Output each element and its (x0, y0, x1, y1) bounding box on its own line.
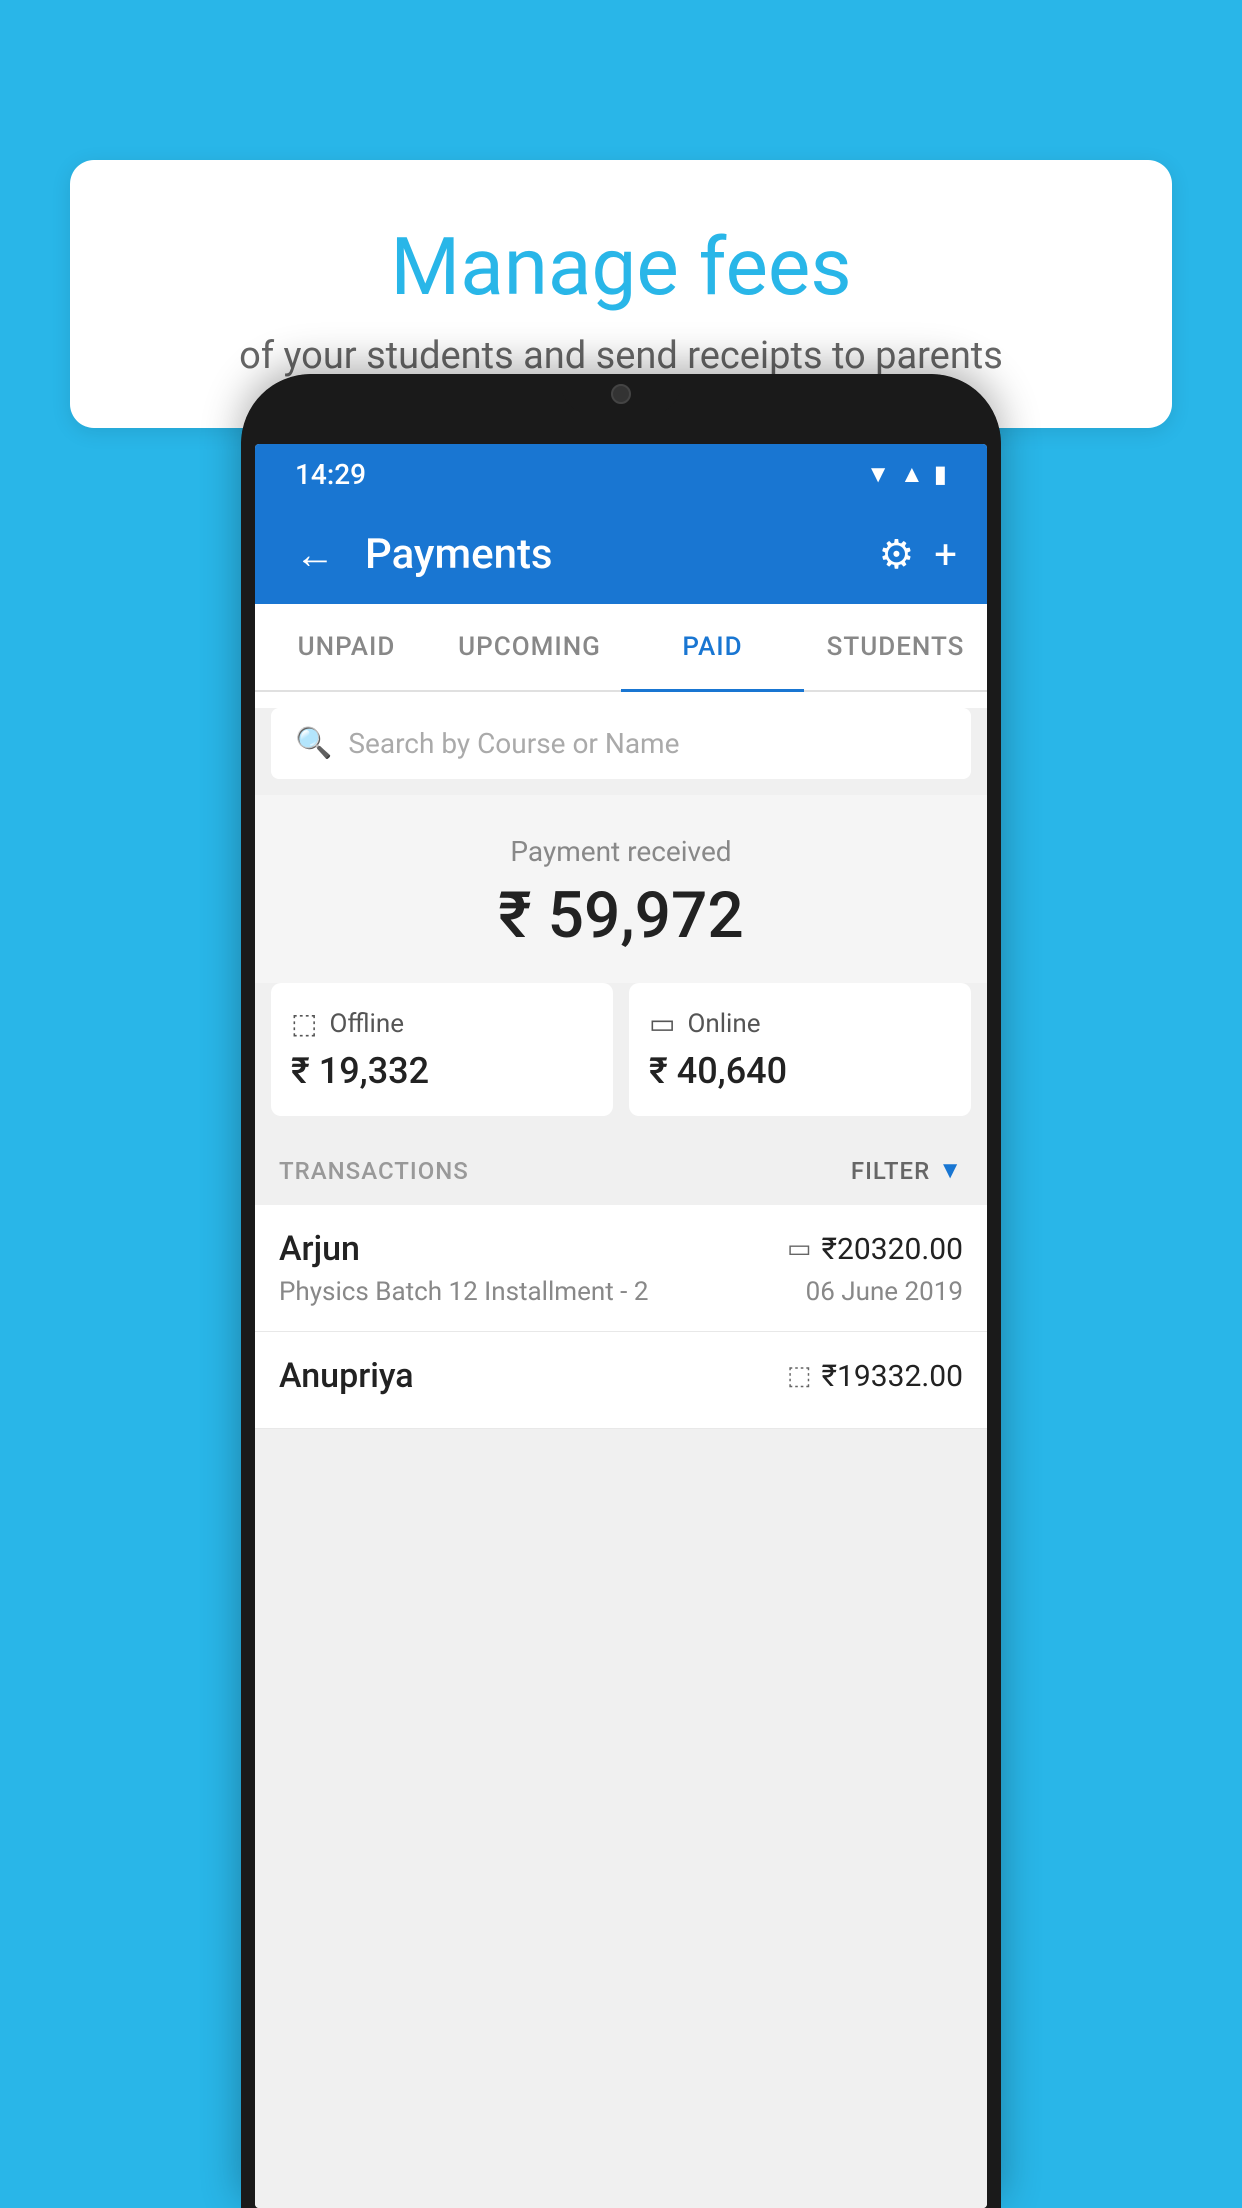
offline-icon: ⬚ (291, 1007, 317, 1040)
payment-received-amount: ₹ 59,972 (275, 878, 967, 953)
offline-card-amount: ₹ 19,332 (291, 1050, 593, 1092)
transaction-date-1: 06 June 2019 (806, 1277, 963, 1307)
battery-icon: ▮ (934, 460, 947, 488)
online-card: ▭ Online ₹ 40,640 (629, 983, 971, 1116)
phone-top-bar (241, 374, 1001, 444)
transaction-amount-2: ⬚ ₹19332.00 (787, 1359, 963, 1394)
transaction-amount-value-2: ₹19332.00 (822, 1359, 963, 1394)
offline-card: ⬚ Offline ₹ 19,332 (271, 983, 613, 1116)
payment-received-section: Payment received ₹ 59,972 (255, 795, 987, 983)
tab-paid[interactable]: PAID (621, 604, 804, 690)
main-content: 🔍 Search by Course or Name Payment recei… (255, 708, 987, 2208)
wifi-icon: ▼ (866, 460, 890, 489)
top-actions: ⚙ + (878, 531, 957, 578)
bubble-title: Manage fees (130, 220, 1112, 314)
app-bar-title: Payments (365, 530, 858, 579)
transaction-row[interactable]: Arjun ▭ ₹20320.00 Physics Batch 12 Insta… (255, 1205, 987, 1332)
transactions-label: TRANSACTIONS (279, 1157, 469, 1185)
tab-students[interactable]: STUDENTS (804, 604, 987, 690)
notch-camera (611, 384, 631, 404)
transaction-bottom-1: Physics Batch 12 Installment - 2 06 June… (279, 1277, 963, 1307)
status-icons: ▼ ▲ ▮ (866, 460, 947, 489)
offline-card-label: Offline (329, 1009, 404, 1039)
transaction-course-1: Physics Batch 12 Installment - 2 (279, 1277, 648, 1307)
card-payment-icon-1: ▭ (787, 1234, 812, 1264)
offline-card-header: ⬚ Offline (291, 1007, 593, 1040)
tabs-bar: UNPAID UPCOMING PAID STUDENTS (255, 604, 987, 692)
tab-upcoming[interactable]: UPCOMING (438, 604, 621, 690)
bubble-subtitle: of your students and send receipts to pa… (130, 334, 1112, 378)
back-button[interactable]: ← (285, 521, 345, 588)
transaction-amount-value-1: ₹20320.00 (822, 1232, 963, 1267)
filter-icon: ▼ (938, 1156, 963, 1185)
search-bar[interactable]: 🔍 Search by Course or Name (271, 708, 971, 779)
transaction-top-1: Arjun ▭ ₹20320.00 (279, 1229, 963, 1269)
phone-container: 14:29 ▼ ▲ ▮ ← Payments ⚙ + UNPAID UPCO (241, 374, 1001, 2208)
app-bar: ← Payments ⚙ + (255, 504, 987, 604)
add-icon[interactable]: + (934, 531, 957, 578)
online-card-amount: ₹ 40,640 (649, 1050, 951, 1092)
offline-payment-icon-2: ⬚ (787, 1361, 812, 1391)
phone-notch (561, 374, 681, 414)
filter-label: FILTER (851, 1157, 930, 1185)
status-time: 14:29 (295, 458, 366, 491)
status-bar: 14:29 ▼ ▲ ▮ (255, 444, 987, 504)
filter-button[interactable]: FILTER ▼ (851, 1156, 963, 1185)
signal-icon: ▲ (900, 460, 924, 489)
search-icon: 🔍 (295, 726, 332, 761)
transaction-row-2[interactable]: Anupriya ⬚ ₹19332.00 (255, 1332, 987, 1429)
transaction-name-2: Anupriya (279, 1356, 414, 1396)
online-icon: ▭ (649, 1007, 675, 1040)
online-card-label: Online (687, 1009, 760, 1039)
transactions-header: TRANSACTIONS FILTER ▼ (255, 1136, 987, 1205)
online-card-header: ▭ Online (649, 1007, 951, 1040)
payment-cards-row: ⬚ Offline ₹ 19,332 ▭ Online ₹ 40,640 (255, 983, 987, 1136)
tab-unpaid[interactable]: UNPAID (255, 604, 438, 690)
phone-screen: 14:29 ▼ ▲ ▮ ← Payments ⚙ + UNPAID UPCO (255, 444, 987, 2208)
transaction-name-1: Arjun (279, 1229, 360, 1269)
search-input[interactable]: Search by Course or Name (348, 727, 679, 760)
transaction-top-2: Anupriya ⬚ ₹19332.00 (279, 1356, 963, 1396)
settings-icon[interactable]: ⚙ (878, 531, 914, 578)
phone-frame: 14:29 ▼ ▲ ▮ ← Payments ⚙ + UNPAID UPCO (241, 374, 1001, 2208)
transaction-amount-1: ▭ ₹20320.00 (787, 1232, 963, 1267)
payment-received-label: Payment received (275, 835, 967, 868)
